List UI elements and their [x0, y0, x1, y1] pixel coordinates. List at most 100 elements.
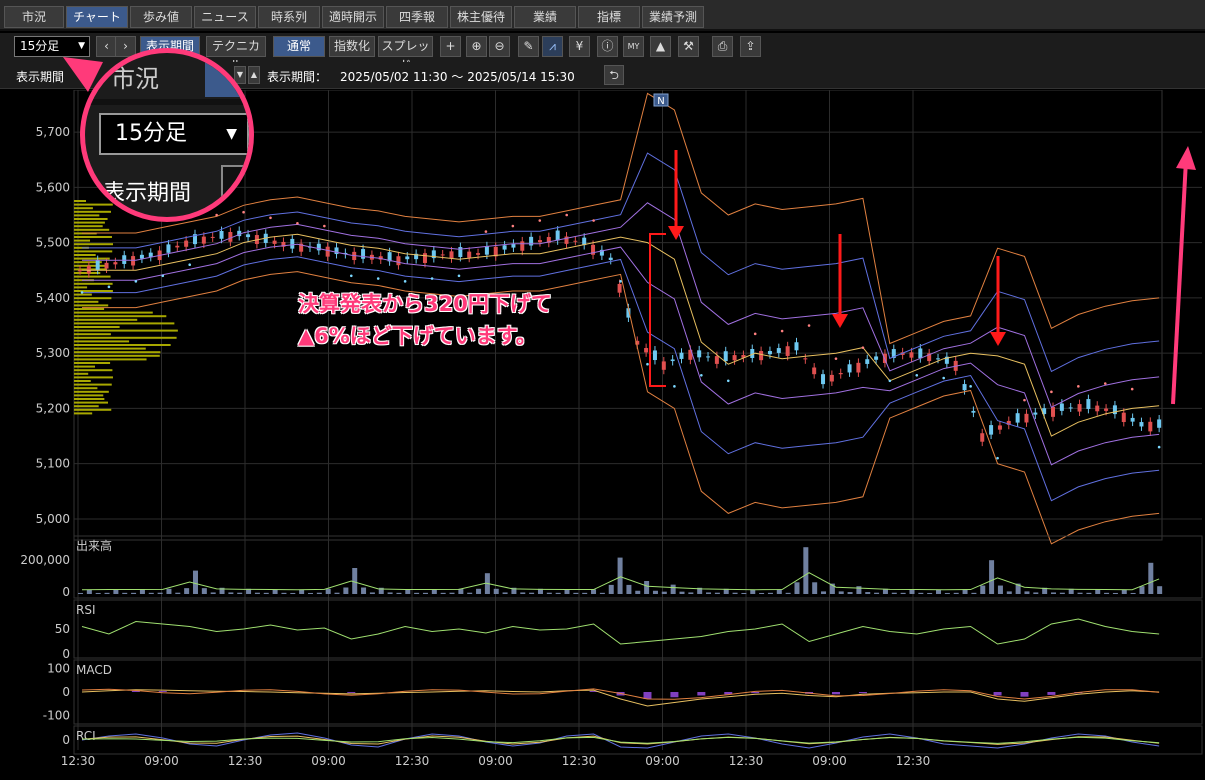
volume-profile-bar — [74, 297, 112, 300]
volume-bar — [254, 592, 260, 594]
volume-bar — [263, 592, 269, 594]
volume-bar — [1157, 586, 1163, 594]
candle-body — [166, 244, 171, 253]
candle-body — [1015, 413, 1020, 423]
sub-y-tick: 0 — [62, 647, 70, 661]
sar-dot — [107, 285, 111, 289]
candle-body — [1086, 399, 1091, 409]
candle-body — [936, 358, 941, 360]
tab-2[interactable]: 歩み値 — [130, 6, 192, 28]
tab-7[interactable]: 株主優待 — [450, 6, 512, 28]
area-chart-icon[interactable]: ▲ — [650, 36, 671, 57]
candle-body — [962, 384, 967, 391]
tab-10[interactable]: 業績予測 — [642, 6, 704, 28]
annotation-text: 決算発表から320円下げて ▲6%ほど下げています。 — [298, 288, 552, 352]
tab-9[interactable]: 指標 — [578, 6, 640, 28]
volume-bar — [86, 589, 92, 594]
volume-profile-bar — [74, 347, 146, 350]
period-up-icon[interactable]: ▲ — [248, 66, 260, 84]
y-tick-label: 5,000 — [36, 512, 70, 526]
volume-profile-bar — [74, 250, 113, 253]
sar-dot — [565, 213, 569, 217]
candle-body — [113, 262, 118, 265]
sub-panel-frame — [73, 659, 1203, 725]
macd-histogram-bar — [697, 692, 706, 696]
candle-body — [104, 262, 109, 269]
signal-icon[interactable]: ⩘ — [542, 36, 563, 57]
volume-profile-bar — [74, 225, 103, 228]
tab-5[interactable]: 適時開示 — [322, 6, 384, 28]
down-arrow-icon — [990, 332, 1006, 346]
tab-6[interactable]: 四季報 — [386, 6, 448, 28]
candle-body — [652, 350, 657, 361]
volume-profile-bar — [74, 254, 96, 256]
candle-body — [918, 348, 923, 359]
volume-bar — [369, 592, 375, 594]
up-arrow-icon — [1176, 146, 1196, 170]
volume-bar — [1139, 586, 1145, 594]
magnifier-period-label: 表示期間 — [103, 181, 192, 206]
volume-bar — [1006, 591, 1012, 594]
zoom-in-icon[interactable]: ⊕ — [466, 36, 487, 57]
tab-4[interactable]: 時系列 — [258, 6, 320, 28]
yen-icon[interactable]: ¥ — [569, 36, 590, 57]
volume-profile-bar — [74, 300, 99, 303]
print-icon[interactable]: ⎙ — [712, 36, 733, 57]
macd-histogram-bar — [670, 692, 679, 698]
candle-body — [997, 425, 1002, 430]
volume-bar — [307, 592, 313, 594]
volume-profile-bar — [74, 322, 175, 325]
candle-body — [706, 356, 711, 358]
crosshair-icon[interactable]: + — [440, 36, 461, 57]
volume-bar — [139, 589, 145, 594]
volume-profile-bar — [74, 354, 160, 357]
volume-bar — [157, 592, 163, 594]
candle-body — [1157, 419, 1162, 428]
tab-3[interactable]: ニュース — [194, 6, 256, 28]
sar-dot — [915, 373, 919, 377]
candle-body — [767, 351, 772, 355]
tab-0[interactable]: 市況 — [4, 6, 64, 28]
volume-profile-bar — [74, 344, 171, 346]
candle-body — [511, 243, 516, 248]
volume-bar — [706, 592, 712, 594]
sar-dot — [619, 280, 622, 283]
tab-8[interactable]: 業績 — [514, 6, 576, 28]
export-icon[interactable]: ⇪ — [740, 36, 761, 57]
volume-bar — [78, 592, 83, 594]
wrench-icon[interactable]: ⚒ — [678, 36, 699, 57]
info-icon[interactable]: ⓘ — [597, 36, 618, 57]
my-icon[interactable]: MY — [623, 36, 644, 57]
sub-y-tick: 50 — [55, 622, 70, 636]
volume-bar — [1086, 592, 1092, 594]
volume-bar — [891, 592, 897, 594]
sar-dot — [1050, 390, 1053, 394]
rsi-line-0 — [81, 618, 1160, 645]
sar-dot — [457, 274, 461, 278]
magnifier-active-tab — [205, 53, 249, 97]
normal-mode-button[interactable]: 通常 — [273, 36, 325, 57]
spread-mode-button[interactable]: スプレッド — [378, 36, 433, 72]
volume-bar — [732, 592, 738, 594]
zoom-out-icon[interactable]: ⊖ — [489, 36, 510, 57]
index-mode-button[interactable]: 指数化 — [329, 36, 375, 57]
candle-body — [865, 359, 870, 364]
tab-1[interactable]: チャート — [66, 6, 128, 28]
candle-body — [502, 245, 507, 250]
volume-bar — [334, 592, 340, 594]
volume-bar — [1112, 592, 1118, 594]
volume-bar — [546, 592, 552, 594]
candle-body — [440, 254, 445, 256]
volume-bar — [476, 588, 482, 594]
volume-profile-bar — [74, 290, 113, 292]
macd-histogram-bar — [858, 692, 867, 694]
reset-period-icon[interactable]: ⮌ — [604, 65, 624, 85]
volume-bar — [803, 547, 809, 594]
candle-body — [449, 251, 454, 259]
volume-bar — [1104, 592, 1110, 594]
volume-bar — [759, 592, 765, 594]
volume-profile-bar — [74, 408, 112, 411]
volume-bar — [192, 570, 198, 594]
sub-panel-title: RSI — [76, 603, 96, 617]
pencil-icon[interactable]: ✎ — [518, 36, 539, 57]
